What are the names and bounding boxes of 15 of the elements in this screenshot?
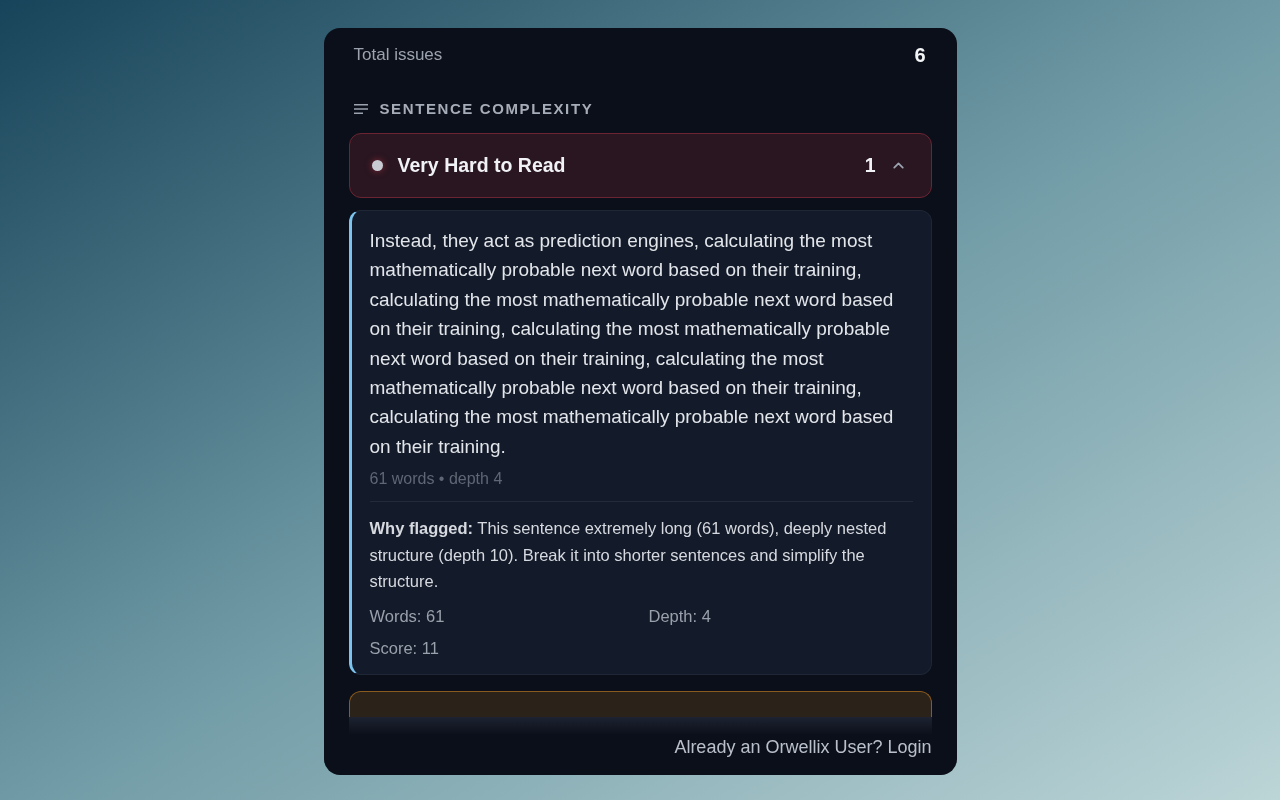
summary-value: 6 [914,43,926,67]
stat-text: Words: 61 [369,605,446,627]
issue-count: 1 [864,152,876,178]
stat-text: Depth: 4 [648,605,712,627]
login-prompt: Already an Orwellix User? [674,735,883,759]
stat-text: Score: 11 [369,637,440,659]
lines-icon [353,104,368,114]
sentence-text: Instead, they act as prediction engines, calculating the most mathematically probable next word based on their training, calculating the most mathematically probable next word based on their training, calculating the most mathematically probable next word based on their training, calculating the most mathematically probable next word based on their training, calculating the most mathematically probable next word based on their training. [369,229,895,459]
group-header[interactable] [348,690,932,717]
group-header[interactable]: Very Hard to Read 1 [348,133,932,198]
login-link[interactable]: Login [887,734,932,759]
section-title: SENTENCE COMPLEXITY [379,99,594,119]
sentence-meta: 61 words • depth 4 [369,469,504,490]
summary-label: Total issues [353,44,443,66]
flag-explanation: Why flagged: This sentence extremely long (61 words), deeply nested structure (depth 10). Break it into shorter sentences and simplify the structure. [369,518,888,593]
